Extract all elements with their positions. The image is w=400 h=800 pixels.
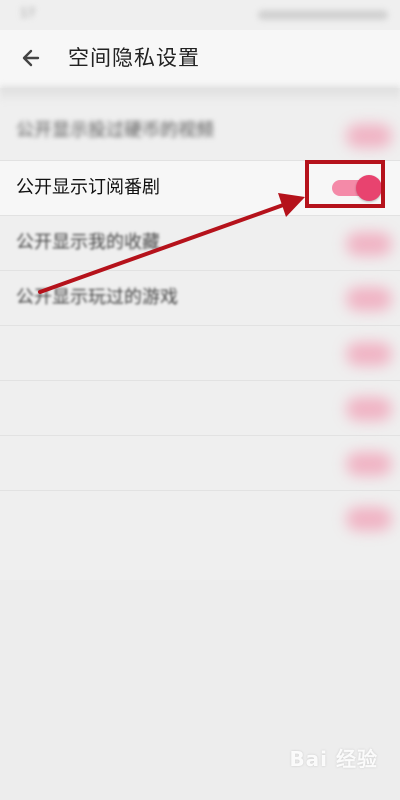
toggle-switch[interactable] [346, 342, 392, 366]
status-icons [258, 10, 388, 20]
toggle-switch[interactable] [346, 232, 392, 256]
setting-row[interactable] [0, 326, 400, 381]
annotation-highlight-box [305, 160, 385, 208]
toggle-switch[interactable] [346, 452, 392, 476]
setting-row[interactable] [0, 381, 400, 436]
toggle-switch[interactable] [346, 124, 392, 148]
setting-row[interactable] [0, 491, 400, 545]
header-shadow [0, 86, 400, 102]
toggle-switch[interactable] [346, 507, 392, 531]
back-arrow-icon[interactable] [16, 42, 48, 74]
status-time: 17 [20, 6, 36, 20]
privacy-settings-screen: 17 空间隐私设置 公开显示投过硬币的视频 公开显示订阅番剧 公开显示我的收藏 [0, 0, 400, 800]
setting-row-my-favorites[interactable]: 公开显示我的收藏 [0, 216, 400, 271]
toggle-switch[interactable] [346, 287, 392, 311]
setting-label: 公开显示投过硬币的视频 [16, 120, 214, 141]
toggle-switch[interactable] [346, 397, 392, 421]
setting-label: 公开显示我的收藏 [16, 232, 160, 253]
status-bar: 17 [0, 0, 400, 30]
setting-row-coin-videos[interactable]: 公开显示投过硬币的视频 [0, 108, 400, 161]
watermark: Bai 经验 [289, 747, 378, 771]
app-header: 空间隐私设置 [0, 30, 400, 88]
setting-label: 公开显示订阅番剧 [16, 177, 160, 198]
setting-label: 公开显示玩过的游戏 [16, 287, 178, 308]
setting-row[interactable] [0, 436, 400, 491]
setting-row-played-games[interactable]: 公开显示玩过的游戏 [0, 271, 400, 326]
page-title: 空间隐私设置 [68, 46, 200, 70]
